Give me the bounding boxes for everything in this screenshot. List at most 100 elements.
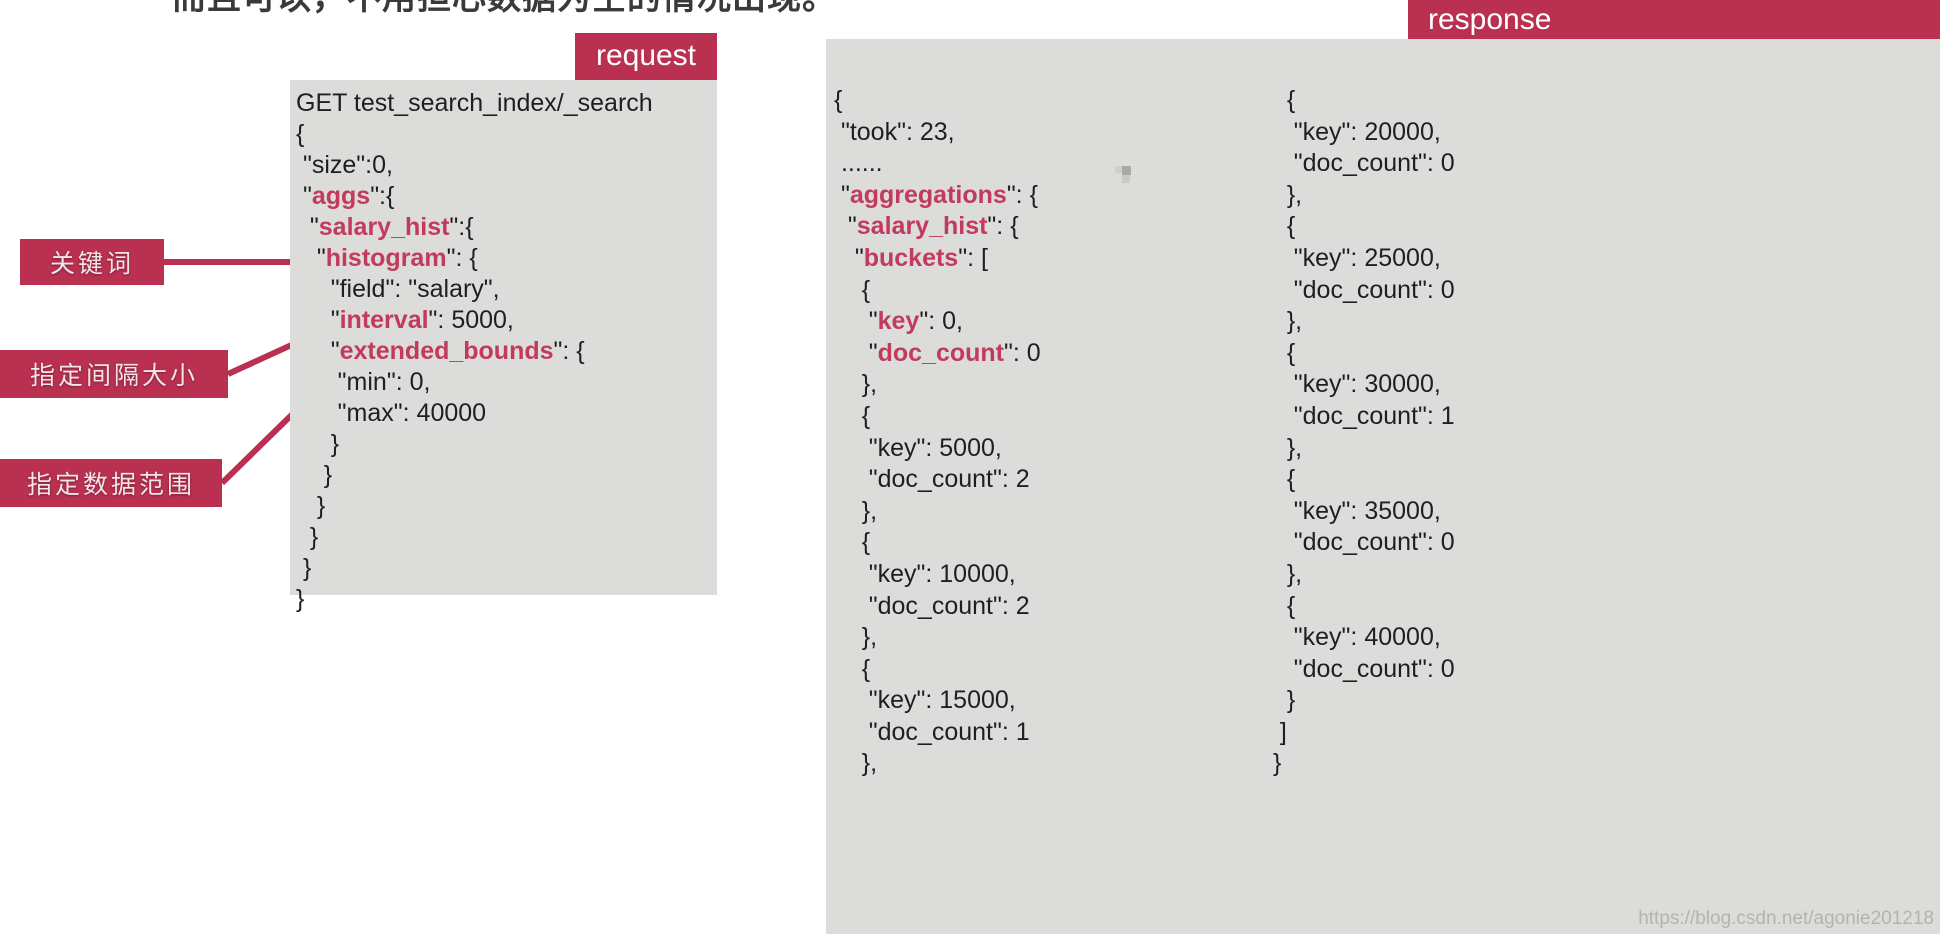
- code-text: },: [1266, 433, 1303, 462]
- code-line: }: [296, 522, 717, 553]
- code-line: GET test_search_index/_search: [296, 88, 717, 119]
- code-keyword: doc_count: [877, 338, 1005, 367]
- code-text: "key": 15000,: [834, 686, 1016, 715]
- code-text: }: [296, 492, 326, 520]
- code-keyword: aggregations: [849, 180, 1007, 209]
- code-line: }: [296, 584, 717, 615]
- code-text: "doc_count": 1: [834, 717, 1030, 746]
- code-text: {: [834, 401, 871, 430]
- code-line: "key": 40000,: [1266, 622, 1826, 654]
- code-line: "aggs":{: [296, 181, 717, 212]
- annotation-keyword: 关键词: [20, 239, 164, 285]
- code-text: ": [: [958, 243, 988, 272]
- request-code-panel: GET test_search_index/_search{ " size":0,…: [290, 80, 717, 613]
- code-text: ......: [834, 149, 883, 178]
- code-line: },: [1266, 306, 1826, 338]
- code-text: },: [1266, 180, 1303, 209]
- code-line: "doc_count": 1: [1266, 401, 1826, 433]
- code-text: size: [311, 151, 357, 179]
- code-line: {: [296, 119, 717, 150]
- code-line: "doc_count": 0: [1266, 654, 1826, 686]
- code-line: "field": "salary",: [296, 274, 717, 305]
- code-line: {: [834, 401, 1304, 433]
- code-text: "doc_count": 0: [1266, 275, 1455, 304]
- code-line: }: [296, 460, 717, 491]
- code-line: }: [296, 491, 717, 522]
- request-tag: request: [575, 33, 717, 80]
- code-text: ": [834, 212, 857, 241]
- code-line: "doc_count": 0: [1266, 148, 1826, 180]
- code-text: "key": 30000,: [1266, 370, 1441, 399]
- code-text: }: [1266, 749, 1282, 778]
- code-text: ": [296, 337, 340, 365]
- code-text: ": [296, 182, 312, 210]
- response-code-panel: { "took": 23, ...... "aggregations": { "…: [826, 39, 1940, 934]
- code-line: "took": 23,: [834, 117, 1304, 149]
- code-text: ": [296, 213, 319, 241]
- code-line: "key": 25000,: [1266, 243, 1826, 275]
- code-line: "salary_hist": {: [834, 211, 1304, 243]
- code-line: {: [834, 654, 1304, 686]
- code-line: },: [834, 496, 1304, 528]
- cropped-heading-text: 而且可以，不用担心数据为空的情况出现。: [172, 0, 837, 14]
- code-line: },: [1266, 559, 1826, 591]
- code-line: "interval": 5000,: [296, 305, 717, 336]
- code-text: ": 5000,: [428, 306, 514, 334]
- code-line: }: [1266, 685, 1826, 717]
- code-text: }: [296, 523, 319, 551]
- code-text: {: [834, 86, 843, 114]
- code-text: ": {: [987, 212, 1019, 241]
- code-line: "key": 35000,: [1266, 496, 1826, 528]
- code-line: }: [1266, 748, 1826, 780]
- code-line: "histogram": {: [296, 243, 717, 274]
- annotation-interval-size: 指定间隔大小: [0, 350, 228, 398]
- response-tag: response: [1408, 0, 1940, 39]
- code-text: {: [1266, 338, 1296, 367]
- code-line: "doc_count": 0: [1266, 275, 1826, 307]
- code-line: "buckets": [: [834, 243, 1304, 275]
- code-text: ": 0: [1004, 338, 1041, 367]
- code-line: {: [834, 85, 1304, 117]
- code-keyword: buckets: [863, 243, 959, 272]
- code-text: ": {: [1006, 180, 1038, 209]
- code-line: },: [834, 369, 1304, 401]
- code-text: ": [834, 243, 864, 272]
- code-line: }: [296, 429, 717, 460]
- code-text: "took": 23,: [834, 117, 955, 146]
- code-keyword: key: [877, 307, 920, 336]
- code-text: {: [1266, 86, 1296, 114]
- code-text: ": {: [553, 337, 585, 365]
- code-text: "key": 25000,: [1266, 243, 1441, 272]
- code-line: },: [1266, 433, 1826, 465]
- code-text: "min": 0,: [296, 368, 431, 396]
- code-text: {: [1266, 465, 1296, 494]
- code-text: {: [834, 654, 871, 683]
- code-line: "doc_count": 2: [834, 591, 1304, 623]
- code-text: "doc_count": 0: [1266, 149, 1455, 178]
- code-line: "doc_count": 0: [834, 338, 1304, 370]
- code-text: ":{: [370, 182, 395, 210]
- code-line: "key": 5000,: [834, 433, 1304, 465]
- code-text: },: [834, 496, 878, 525]
- code-line: {: [1266, 85, 1826, 117]
- code-text: {: [1266, 212, 1296, 241]
- code-line: {: [1266, 338, 1826, 370]
- code-text: },: [1266, 307, 1303, 336]
- code-keyword: salary_hist: [856, 212, 988, 241]
- watermark: https://blog.csdn.net/agonie201218: [1638, 908, 1934, 929]
- code-keyword: interval: [339, 306, 429, 334]
- code-text: "key": 35000,: [1266, 496, 1441, 525]
- code-text: {: [1266, 591, 1296, 620]
- code-text: },: [834, 370, 878, 399]
- code-keyword: histogram: [325, 244, 447, 272]
- annotation-data-range: 指定数据范围: [0, 459, 222, 507]
- code-line: "doc_count": 0: [1266, 527, 1826, 559]
- code-text: "doc_count": 0: [1266, 528, 1455, 557]
- code-line: {: [1266, 211, 1826, 243]
- code-line: "key": 15000,: [834, 685, 1304, 717]
- code-line: "min": 0,: [296, 367, 717, 398]
- code-text: "key": 5000,: [834, 433, 1002, 462]
- code-text: }: [296, 554, 312, 582]
- code-text: ":0,: [356, 151, 393, 179]
- code-text: {: [834, 275, 871, 304]
